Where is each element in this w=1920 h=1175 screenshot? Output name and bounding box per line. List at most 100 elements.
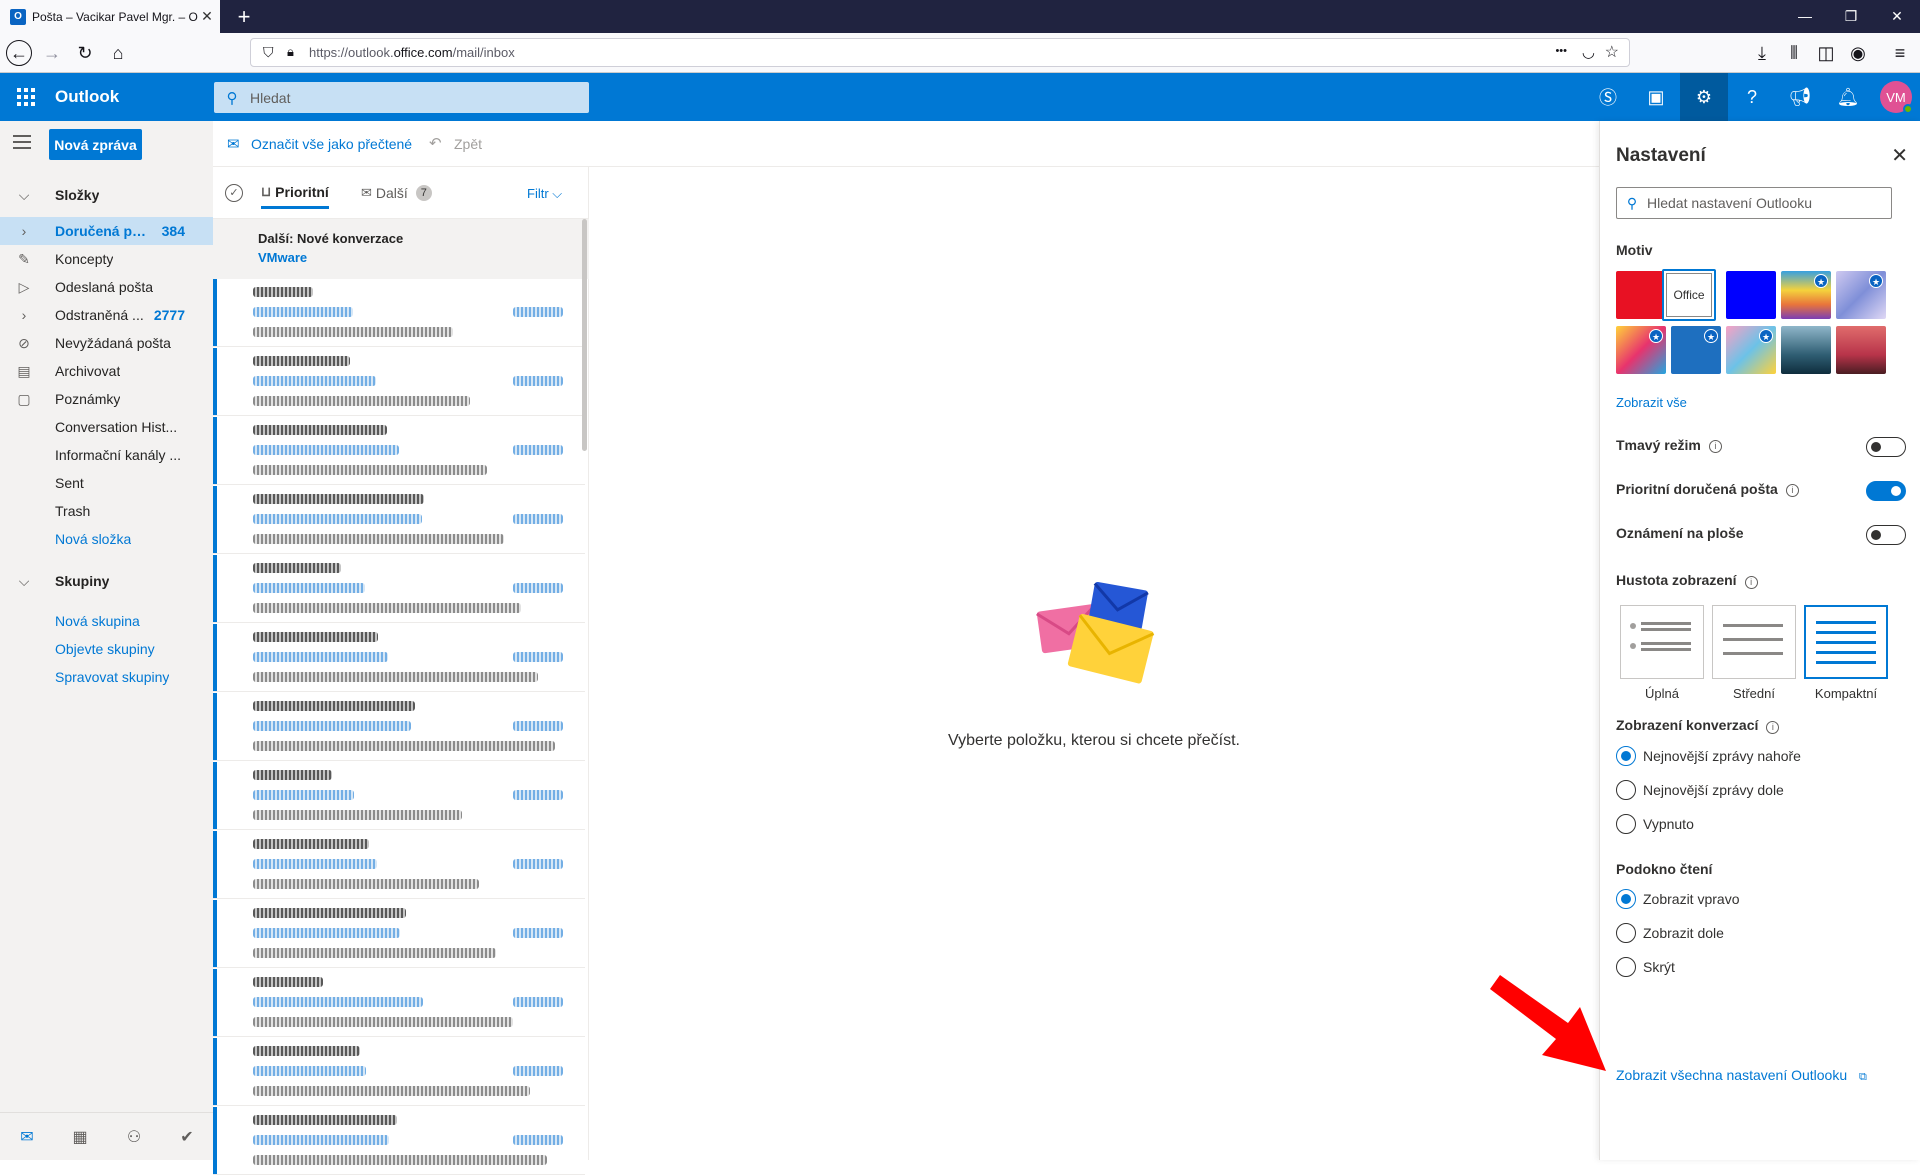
- close-settings-icon[interactable]: ✕: [1891, 143, 1908, 168]
- select-all-check-icon[interactable]: ✓: [225, 184, 243, 202]
- settings-search-input[interactable]: ⚲ Hledat nastavení Outlooku: [1616, 187, 1892, 219]
- message-row[interactable]: [213, 1038, 585, 1106]
- groups-header[interactable]: ⌵ Skupiny: [0, 567, 213, 595]
- density-full-option[interactable]: [1620, 605, 1704, 679]
- new-tab-button[interactable]: +: [230, 3, 258, 31]
- message-list-scrollbar[interactable]: [582, 219, 587, 451]
- sidebar-icon[interactable]: ◫: [1812, 39, 1840, 67]
- new-folder-link[interactable]: Nová složka: [0, 525, 213, 553]
- close-tab-icon[interactable]: ✕: [198, 8, 216, 25]
- folders-header[interactable]: ⌵ Složky: [0, 181, 213, 209]
- folder-archive[interactable]: ▤ Archivovat: [0, 357, 213, 385]
- folder-junk[interactable]: ⊘ Nevyžádaná pošta: [0, 329, 213, 357]
- message-row[interactable]: [213, 348, 585, 416]
- conversation-newest-bottom-radio[interactable]: Nejnovější zprávy dole: [1616, 779, 1784, 801]
- restore-window-icon[interactable]: ❐: [1828, 0, 1874, 33]
- app-name[interactable]: Outlook: [55, 73, 119, 121]
- people-icon[interactable]: ⚇: [122, 1125, 146, 1149]
- skype-icon[interactable]: Ⓢ: [1584, 73, 1632, 121]
- message-row[interactable]: [213, 1107, 585, 1175]
- back-icon[interactable]: ←: [6, 40, 32, 66]
- calendar-icon[interactable]: ▦: [68, 1125, 92, 1149]
- info-icon[interactable]: i: [1766, 721, 1780, 734]
- theme-office[interactable]: Office: [1662, 269, 1716, 321]
- show-all-themes-link[interactable]: Zobrazit vše: [1616, 395, 1687, 410]
- message-row[interactable]: [213, 279, 585, 347]
- message-row[interactable]: [213, 693, 585, 761]
- folder-sent[interactable]: ▷ Odeslaná pošta: [0, 273, 213, 301]
- discover-groups-link[interactable]: Objevte skupiny: [0, 635, 213, 663]
- message-row[interactable]: [213, 969, 585, 1037]
- mail-icon[interactable]: ✉: [15, 1125, 39, 1149]
- library-icon[interactable]: ⫴: [1780, 39, 1808, 67]
- view-all-settings-link[interactable]: Zobrazit všechna nastavení Outlooku ⧉: [1616, 1067, 1867, 1084]
- theme-blueprint[interactable]: ★: [1671, 326, 1721, 374]
- message-row[interactable]: [213, 624, 585, 692]
- browser-tab[interactable]: O Pošta – Vacikar Pavel Mgr. – Ou ✕: [0, 0, 220, 33]
- calendar-feed-icon[interactable]: ▣: [1632, 73, 1680, 121]
- home-icon[interactable]: ⌂: [104, 39, 132, 67]
- downloads-icon[interactable]: ⤓: [1748, 39, 1776, 67]
- desktop-notifications-toggle[interactable]: [1866, 525, 1906, 545]
- reload-icon[interactable]: ↻: [71, 39, 99, 67]
- mark-all-read-button[interactable]: Označit vše jako přečtené: [251, 136, 412, 152]
- message-row[interactable]: [213, 762, 585, 830]
- theme-blue[interactable]: [1726, 271, 1776, 319]
- theme-abstract[interactable]: ★: [1836, 271, 1886, 319]
- notifications-bell-icon[interactable]: 🔔︎: [1824, 73, 1872, 121]
- theme-sea[interactable]: [1781, 326, 1831, 374]
- theme-palms[interactable]: [1836, 326, 1886, 374]
- tab-focused[interactable]: ⊔ Prioritní: [261, 177, 329, 209]
- message-row[interactable]: [213, 555, 585, 623]
- bookmark-star-icon[interactable]: ☆: [1605, 42, 1619, 62]
- message-row[interactable]: [213, 417, 585, 485]
- info-icon[interactable]: i: [1744, 576, 1758, 589]
- new-message-button[interactable]: Nová zpráva: [49, 129, 142, 160]
- settings-gear-icon[interactable]: ⚙: [1680, 73, 1728, 121]
- page-actions-icon[interactable]: •••: [1555, 45, 1567, 57]
- address-bar[interactable]: ⛉ 🔒︎ https://outlook.office.com/mail/inb…: [250, 38, 1630, 67]
- reading-pane-bottom-radio[interactable]: Zobrazit dole: [1616, 922, 1724, 944]
- folder-trash[interactable]: Trash: [0, 497, 213, 525]
- density-compact-option[interactable]: [1804, 605, 1888, 679]
- folder-inbox[interactable]: › Doručená po... 384: [0, 217, 213, 245]
- forward-icon[interactable]: →: [38, 39, 66, 67]
- folder-conversation-history[interactable]: Conversation Hist...: [0, 413, 213, 441]
- next-conversation-banner[interactable]: Další: Nové konverzace VMware: [213, 219, 589, 279]
- close-window-icon[interactable]: ✕: [1874, 0, 1920, 33]
- message-row[interactable]: [213, 831, 585, 899]
- new-group-link[interactable]: Nová skupina: [0, 607, 213, 635]
- reading-pane-right-radio[interactable]: Zobrazit vpravo: [1616, 888, 1739, 910]
- focused-inbox-toggle[interactable]: [1866, 481, 1906, 501]
- theme-red[interactable]: [1616, 271, 1666, 319]
- avatar[interactable]: VM: [1880, 81, 1913, 114]
- filter-button[interactable]: Filtr ⌵: [527, 186, 562, 202]
- folder-deleted[interactable]: › Odstraněná ... 2777: [0, 301, 213, 329]
- app-launcher-icon[interactable]: [10, 81, 42, 113]
- search-input[interactable]: ⚲ Hledat: [214, 82, 589, 113]
- manage-groups-link[interactable]: Spravovat skupiny: [0, 663, 213, 691]
- conversation-off-radio[interactable]: Vypnuto: [1616, 813, 1694, 835]
- density-medium-option[interactable]: [1712, 605, 1796, 679]
- folder-drafts[interactable]: ✎ Koncepty: [0, 245, 213, 273]
- message-row[interactable]: [213, 900, 585, 968]
- lock-icon[interactable]: 🔒︎: [287, 44, 294, 60]
- conversation-newest-top-radio[interactable]: Nejnovější zprávy nahoře: [1616, 745, 1801, 767]
- whats-new-icon[interactable]: 📢︎: [1776, 73, 1824, 121]
- folder-notes[interactable]: ▢ Poznámky: [0, 385, 213, 413]
- theme-collage[interactable]: ★: [1726, 326, 1776, 374]
- shield-icon[interactable]: ⛉: [263, 44, 274, 61]
- info-icon[interactable]: i: [1785, 484, 1799, 497]
- help-icon[interactable]: ?: [1728, 73, 1776, 121]
- dark-mode-toggle[interactable]: [1866, 437, 1906, 457]
- menu-icon[interactable]: ≡: [1886, 39, 1914, 67]
- undo-button[interactable]: Zpět: [454, 136, 482, 152]
- theme-comic[interactable]: ★: [1616, 326, 1666, 374]
- account-icon[interactable]: ◉: [1844, 39, 1872, 67]
- hamburger-menu-icon[interactable]: [13, 135, 31, 149]
- pocket-icon[interactable]: ◡: [1582, 43, 1595, 61]
- info-icon[interactable]: i: [1708, 440, 1722, 453]
- message-row[interactable]: [213, 486, 585, 554]
- theme-rainbow[interactable]: ★: [1781, 271, 1831, 319]
- todo-check-icon[interactable]: ✔: [175, 1125, 199, 1149]
